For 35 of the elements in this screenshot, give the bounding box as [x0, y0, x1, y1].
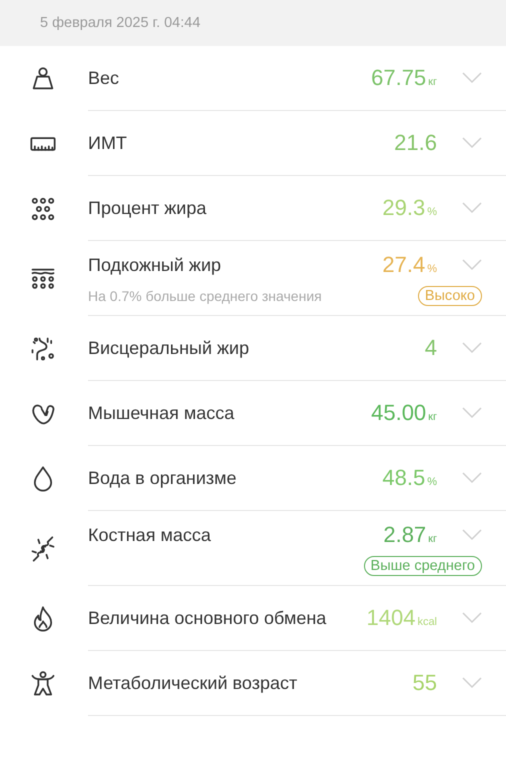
chevron-down-icon[interactable] — [462, 529, 482, 541]
status-badge: Высоко — [418, 286, 482, 306]
metric-label: Вес — [88, 66, 120, 90]
date-time: 5 февраля 2025 г. 04:44 — [40, 14, 200, 33]
metric-value: 1404 kcal — [366, 605, 437, 631]
status-badge: Выше среднего — [364, 556, 482, 576]
chevron-down-icon[interactable] — [462, 259, 482, 271]
metric-label: Величина основного обмена — [88, 606, 328, 630]
metric-note: На 0.7% больше среднего значения — [88, 288, 323, 304]
person-icon — [29, 670, 57, 698]
chevron-down-icon[interactable] — [462, 612, 482, 624]
metric-label: ИМТ — [88, 132, 128, 154]
chevron-down-icon[interactable] — [462, 342, 482, 354]
chevron-down-icon[interactable] — [462, 677, 482, 689]
metric-label: Вода в организме — [88, 466, 238, 490]
metric-value: 29.3% — [382, 195, 437, 221]
metric-value: 21.6 — [394, 130, 437, 156]
chevron-down-icon[interactable] — [462, 137, 482, 149]
metric-label: Подкожный жир — [88, 254, 222, 276]
metric-value: 45.00 кг — [371, 400, 437, 426]
chevron-down-icon[interactable] — [462, 72, 482, 84]
chevron-down-icon[interactable] — [462, 472, 482, 484]
metric-value: 2.87 кг — [383, 522, 437, 548]
metric-label: Мышечная масса — [88, 402, 236, 424]
chevron-down-icon[interactable] — [462, 202, 482, 214]
metric-value: 55 — [412, 670, 437, 696]
metric-label: Процент жира — [88, 196, 208, 220]
metric-value: 67.75 кг — [371, 65, 437, 91]
chevron-down-icon[interactable] — [462, 407, 482, 419]
metric-label: Метаболический возраст — [88, 672, 298, 694]
metric-label: Костная масса — [88, 524, 212, 546]
metric-label: Висцеральный жир — [88, 336, 250, 360]
metric-value: 4 — [424, 335, 437, 361]
metric-value: 48.5% — [382, 465, 437, 491]
metric-value: 27.4% — [382, 252, 437, 278]
